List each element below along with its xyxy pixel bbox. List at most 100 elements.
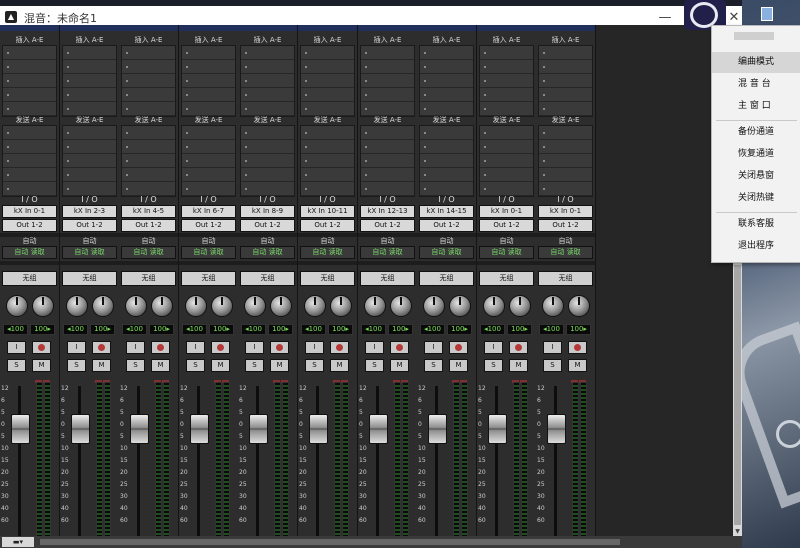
record-button[interactable] (390, 341, 409, 354)
send-slot[interactable] (182, 126, 235, 140)
pan-left-knob[interactable] (244, 295, 266, 317)
insert-slot[interactable] (539, 74, 592, 88)
automation-mode-selector[interactable]: 自动 读取 (360, 246, 415, 259)
insert-slot[interactable] (361, 74, 414, 88)
output-selector[interactable]: Out 1-2 (479, 219, 534, 232)
send-slot[interactable] (63, 154, 116, 168)
output-selector[interactable]: Out 1-2 (181, 219, 236, 232)
insert-slot[interactable] (241, 74, 294, 88)
send-slot[interactable] (63, 126, 116, 140)
mute-button[interactable]: M (211, 359, 230, 372)
insert-slot[interactable] (122, 74, 175, 88)
pan-right-knob[interactable] (509, 295, 531, 317)
input-selector[interactable]: kX In 8-9 (240, 205, 295, 218)
record-button[interactable] (568, 341, 587, 354)
insert-slot[interactable] (480, 74, 533, 88)
insert-slot[interactable] (63, 88, 116, 102)
solo-button[interactable]: S (305, 359, 324, 372)
scroll-thumb[interactable] (734, 265, 741, 525)
horizontal-scrollbar[interactable]: ▬▾ (0, 536, 742, 548)
insert-slot[interactable] (182, 88, 235, 102)
output-selector[interactable]: Out 1-2 (300, 219, 355, 232)
mute-button[interactable]: M (151, 359, 170, 372)
send-slot[interactable] (3, 182, 56, 196)
menu-item-restore-channel[interactable]: 恢复通道 (712, 144, 800, 165)
insert-slot[interactable] (241, 46, 294, 60)
pan-right-knob[interactable] (449, 295, 471, 317)
pan-left-knob[interactable] (542, 295, 564, 317)
send-slot[interactable] (539, 168, 592, 182)
automation-mode-selector[interactable]: 自动 读取 (419, 246, 474, 259)
insert-slot[interactable] (182, 60, 235, 74)
send-slot[interactable] (361, 140, 414, 154)
group-selector[interactable]: 无组 (181, 271, 236, 286)
input-selector[interactable]: kX In 0-1 (538, 205, 593, 218)
input-selector[interactable]: kX In 4-5 (121, 205, 176, 218)
send-slot[interactable] (361, 126, 414, 140)
input-selector[interactable]: kX In 2-3 (62, 205, 117, 218)
input-monitor-button[interactable]: I (365, 341, 384, 354)
group-selector[interactable]: 无组 (360, 271, 415, 286)
send-slot[interactable] (480, 140, 533, 154)
insert-slot[interactable] (3, 46, 56, 60)
send-slot[interactable] (3, 168, 56, 182)
insert-slot[interactable] (301, 88, 354, 102)
send-slot[interactable] (241, 140, 294, 154)
insert-slot[interactable] (361, 46, 414, 60)
send-slot[interactable] (301, 126, 354, 140)
pan-left-knob[interactable] (125, 295, 147, 317)
send-slot[interactable] (420, 140, 473, 154)
send-slot[interactable] (480, 168, 533, 182)
pan-right-knob[interactable] (568, 295, 590, 317)
insert-slot[interactable] (420, 102, 473, 116)
mute-button[interactable]: M (92, 359, 111, 372)
send-slot[interactable] (182, 140, 235, 154)
send-slot[interactable] (241, 182, 294, 196)
send-slot[interactable] (361, 154, 414, 168)
input-monitor-button[interactable]: I (484, 341, 503, 354)
pan-right-knob[interactable] (32, 295, 54, 317)
insert-slot[interactable] (63, 60, 116, 74)
insert-slot[interactable] (480, 102, 533, 116)
solo-button[interactable]: S (245, 359, 264, 372)
insert-slot[interactable] (539, 102, 592, 116)
group-selector[interactable]: 无组 (2, 271, 57, 286)
record-button[interactable] (151, 341, 170, 354)
record-button[interactable] (32, 341, 51, 354)
tray-app-icon[interactable] (761, 7, 773, 21)
output-selector[interactable]: Out 1-2 (538, 219, 593, 232)
send-slot[interactable] (63, 140, 116, 154)
solo-button[interactable]: S (7, 359, 26, 372)
insert-slot[interactable] (122, 60, 175, 74)
pan-left-knob[interactable] (304, 295, 326, 317)
input-monitor-button[interactable]: I (126, 341, 145, 354)
pan-right-knob[interactable] (330, 295, 352, 317)
output-selector[interactable]: Out 1-2 (360, 219, 415, 232)
send-slot[interactable] (3, 154, 56, 168)
volume-fader[interactable] (71, 414, 90, 444)
send-slot[interactable] (182, 182, 235, 196)
solo-button[interactable]: S (543, 359, 562, 372)
pan-right-knob[interactable] (211, 295, 233, 317)
record-button[interactable] (92, 341, 111, 354)
pan-left-knob[interactable] (364, 295, 386, 317)
pan-right-knob[interactable] (92, 295, 114, 317)
input-selector[interactable]: kX In 6-7 (181, 205, 236, 218)
volume-fader[interactable] (547, 414, 566, 444)
send-slot[interactable] (241, 154, 294, 168)
automation-mode-selector[interactable]: 自动 读取 (240, 246, 295, 259)
record-button[interactable] (330, 341, 349, 354)
mute-button[interactable]: M (270, 359, 289, 372)
volume-fader[interactable] (488, 414, 507, 444)
insert-slot[interactable] (63, 74, 116, 88)
automation-mode-selector[interactable]: 自动 读取 (479, 246, 534, 259)
insert-slot[interactable] (301, 74, 354, 88)
group-selector[interactable]: 无组 (479, 271, 534, 286)
automation-mode-selector[interactable]: 自动 读取 (62, 246, 117, 259)
automation-mode-selector[interactable]: 自动 读取 (300, 246, 355, 259)
pan-right-knob[interactable] (151, 295, 173, 317)
send-slot[interactable] (3, 126, 56, 140)
insert-slot[interactable] (361, 102, 414, 116)
automation-mode-selector[interactable]: 自动 读取 (2, 246, 57, 259)
scroll-down-arrow[interactable]: ▼ (733, 527, 742, 536)
